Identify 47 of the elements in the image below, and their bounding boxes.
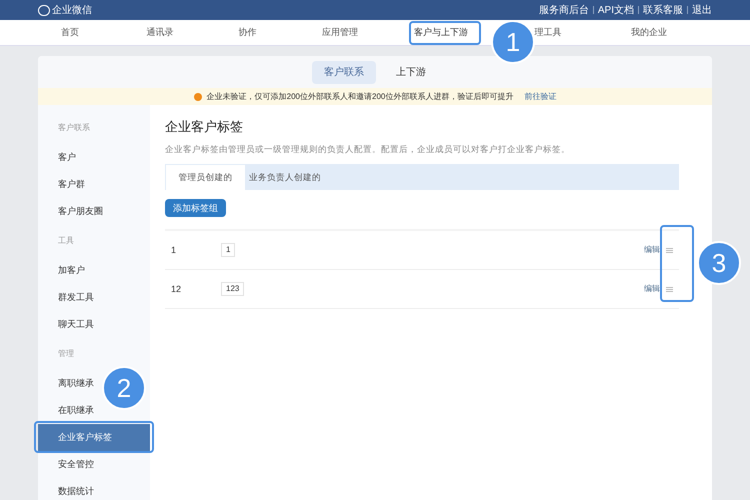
sidebar-item[interactable]: 数据统计 [58, 484, 94, 498]
sidebar-item[interactable]: 客户朋友圈 [58, 204, 103, 218]
sidebar-item[interactable]: 企业客户标签 [38, 424, 150, 451]
nav-tab[interactable]: 应用管理 [322, 22, 358, 44]
tag-chip: 1 [221, 243, 236, 258]
add-tag-group-button[interactable]: 添加标签组 [165, 199, 226, 218]
group-name: 1 [170, 244, 178, 256]
top-link[interactable]: 联系客服 [643, 2, 683, 18]
highlight-frame [409, 21, 481, 45]
sidebar-heading: 工具 [58, 235, 74, 247]
sub-tab[interactable]: 客户联系 [312, 60, 376, 84]
sidebar-item[interactable]: 客户群 [58, 178, 85, 192]
warning-icon [194, 92, 202, 100]
top-link[interactable]: 服务商后台 [538, 2, 589, 18]
nav-tab[interactable]: 通讯录 [146, 22, 174, 44]
drag-handle-icon[interactable] [666, 286, 673, 292]
nav-tab[interactable]: 首页 [61, 22, 79, 44]
sidebar-item[interactable]: 聊天工具 [58, 318, 94, 332]
tab[interactable]: 管理员创建的 [165, 164, 245, 190]
nav-tab[interactable]: 客户与上下游 [414, 22, 468, 44]
callout-badge: 3 [697, 241, 741, 285]
sidebar-item[interactable]: 加客户 [58, 264, 85, 278]
page-title: 企业客户标签 [165, 118, 244, 136]
sidebar-heading: 管理 [58, 348, 74, 360]
sidebar-item[interactable]: 客户 [58, 150, 76, 164]
sidebar-item[interactable]: 安全管控 [58, 458, 94, 472]
chat-logo-icon [38, 4, 50, 16]
sub-tab[interactable]: 上下游 [384, 60, 438, 84]
sidebar-heading: 客户联系 [58, 122, 90, 134]
edit-link[interactable]: 编辑 [644, 244, 660, 256]
tab[interactable]: 业务负责人创建的 [245, 164, 325, 190]
verify-link[interactable]: 前往验证 [524, 90, 556, 102]
edit-link[interactable]: 编辑 [644, 283, 660, 296]
sidebar-item[interactable]: 群发工具 [58, 290, 94, 304]
tag-chip: 123 [221, 282, 244, 296]
drag-handle-icon[interactable] [666, 248, 673, 253]
notice-text: 企业未验证，仅可添加200位外部联系人和邀请200位外部联系人进群，验证后即可提升 [206, 90, 514, 102]
sidebar-item[interactable]: 离职继承 [58, 376, 94, 390]
logo-text: 企业微信 [52, 4, 92, 18]
nav-tab[interactable]: 我的企业 [631, 22, 667, 44]
group-name: 12 [170, 282, 182, 296]
top-link[interactable]: 退出 [692, 2, 712, 18]
nav-tab[interactable]: 协作 [238, 22, 256, 44]
top-link[interactable]: API文档 [598, 2, 634, 18]
sidebar-item[interactable]: 在职继承 [58, 404, 94, 418]
description: 企业客户标签由管理员或一级管理规则的负责人配置。配置后，企业成员可以对客户打企业客户标签。 [165, 142, 571, 156]
nav-tab[interactable]: 理工具 [534, 22, 562, 44]
